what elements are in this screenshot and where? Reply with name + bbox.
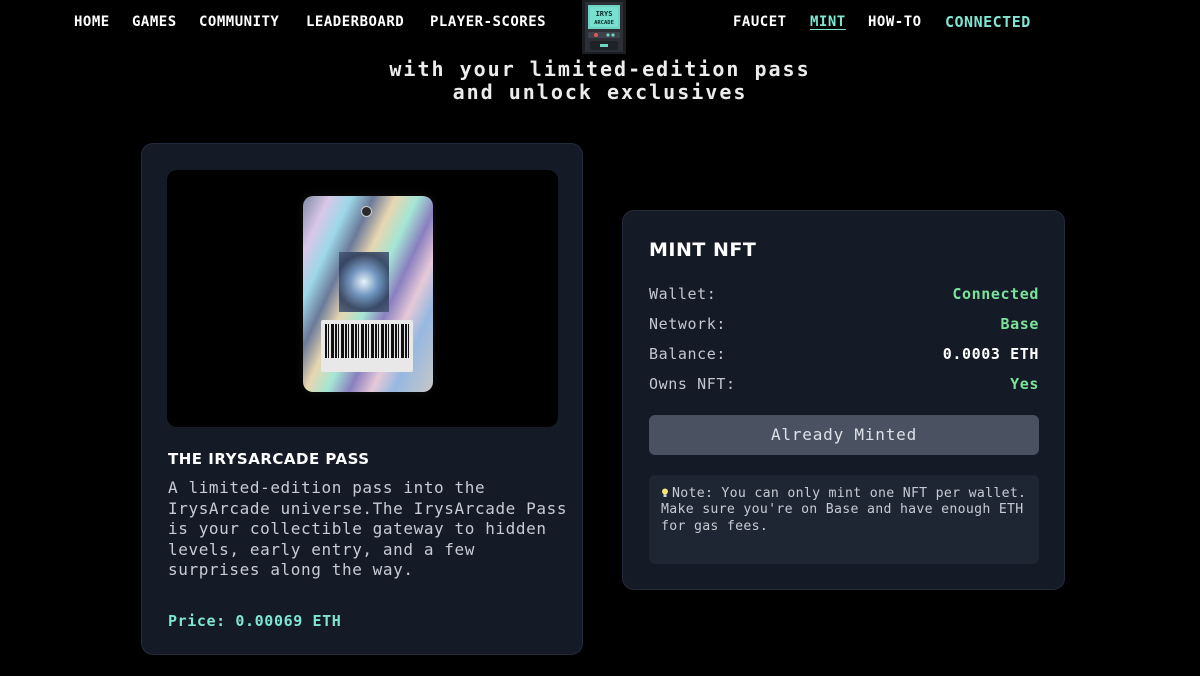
wallet-label: Wallet: <box>649 285 717 303</box>
pass-hole <box>361 206 372 217</box>
nav-games[interactable]: GAMES <box>132 14 177 30</box>
arcade-cabinet-icon[interactable]: IRYS ARCADE <box>578 0 630 54</box>
network-value: Base <box>1000 315 1039 333</box>
nav-mint[interactable]: MINT <box>810 14 846 30</box>
balance-label: Balance: <box>649 345 727 363</box>
nav-faucet[interactable]: FAUCET <box>733 14 787 30</box>
nav-home[interactable]: HOME <box>74 14 110 30</box>
mint-title: MINT NFT <box>649 239 757 261</box>
mint-card: MINT NFT Wallet: Connected Network: Base… <box>622 210 1065 590</box>
already-minted-button[interactable]: Already Minted <box>649 415 1039 455</box>
pass-hologram-art <box>339 252 389 312</box>
mint-note: Note: You can only mint one NFT per wall… <box>649 475 1039 564</box>
pass-image <box>303 196 433 392</box>
svg-text:ARCADE: ARCADE <box>594 20 614 26</box>
balance-row: Balance: 0.0003 ETH <box>649 345 1039 365</box>
pass-price: Price: 0.00069 ETH <box>168 612 342 630</box>
hero-line-1: with your limited-edition pass <box>389 57 811 81</box>
pass-title: THE IRYSARCADE PASS <box>168 450 370 468</box>
owns-nft-value: Yes <box>1010 375 1039 393</box>
hero-line-2: and unlock exclusives <box>452 80 748 104</box>
pass-image-frame <box>167 170 558 427</box>
owns-nft-row: Owns NFT: Yes <box>649 375 1039 395</box>
lightbulb-icon <box>662 488 668 497</box>
pass-card: THE IRYSARCADE PASS A limited-edition pa… <box>141 143 583 655</box>
nav-how-to[interactable]: HOW-TO <box>868 14 922 30</box>
wallet-row: Wallet: Connected <box>649 285 1039 305</box>
mint-note-text: Note: You can only mint one NFT per wall… <box>661 486 1027 534</box>
connected-wallet-button[interactable]: CONNECTED <box>945 13 1031 31</box>
nav-leaderboard[interactable]: LEADERBOARD <box>306 14 404 30</box>
nav-player-scores[interactable]: PLAYER-SCORES <box>430 14 546 30</box>
top-nav: HOME GAMES COMMUNITY LEADERBOARD PLAYER-… <box>0 0 1200 54</box>
wallet-value: Connected <box>952 285 1039 303</box>
network-label: Network: <box>649 315 727 333</box>
nav-community[interactable]: COMMUNITY <box>199 14 279 30</box>
barcode-bars <box>325 324 409 358</box>
svg-text:IRYS: IRYS <box>596 10 613 18</box>
balance-value: 0.0003 ETH <box>942 345 1039 363</box>
barcode-icon <box>321 320 413 372</box>
hero-text: with your limited-edition pass and unloc… <box>0 58 1200 104</box>
network-row: Network: Base <box>649 315 1039 335</box>
pass-description: A limited-edition pass into the IrysArca… <box>168 478 568 580</box>
owns-nft-label: Owns NFT: <box>649 375 736 393</box>
